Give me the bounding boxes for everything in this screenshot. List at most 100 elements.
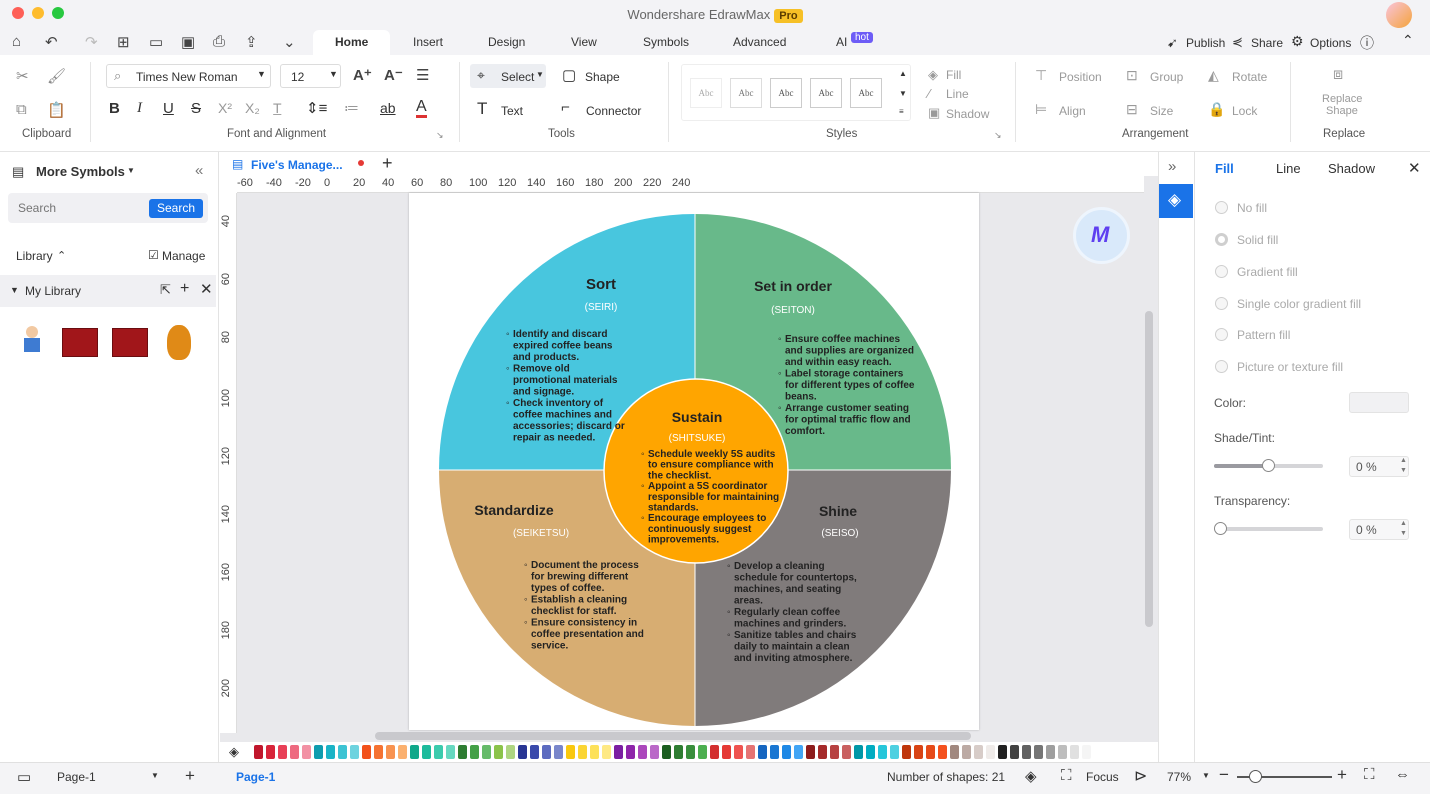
vertical-scrollbar[interactable]	[1145, 311, 1153, 627]
color-swatch[interactable]	[1058, 745, 1067, 759]
radio-solid-fill[interactable]	[1215, 233, 1228, 246]
select-button[interactable]: ⌖ Select ▼	[470, 64, 546, 88]
print-icon[interactable]: ⎙	[213, 33, 225, 50]
copy-icon[interactable]: ⧉	[16, 101, 27, 118]
size-icon[interactable]: ⊟	[1126, 101, 1138, 118]
style-preset[interactable]: Abc	[730, 78, 762, 108]
color-swatch[interactable]	[986, 745, 995, 759]
subscript-icon[interactable]: X₂	[245, 100, 260, 116]
color-swatch[interactable]	[1046, 745, 1055, 759]
add-icon[interactable]: +	[180, 280, 189, 298]
publish-button[interactable]: Publish	[1186, 36, 1225, 50]
shade-value-input[interactable]: 0 % ▲ ▼	[1349, 456, 1409, 477]
color-swatch[interactable]	[1082, 745, 1091, 759]
zoom-out-icon[interactable]: −	[1219, 765, 1229, 785]
font-color-icon[interactable]: A	[416, 99, 427, 118]
style-preset[interactable]: Abc	[810, 78, 842, 108]
expand-panel-icon[interactable]: »	[1168, 158, 1176, 175]
panel-title[interactable]: More Symbols	[36, 164, 125, 179]
color-swatch[interactable]	[578, 745, 587, 759]
library-symbol-red-block[interactable]	[62, 328, 98, 357]
color-swatch[interactable]	[794, 745, 803, 759]
tab-fill[interactable]: Fill	[1215, 161, 1234, 176]
tab-design[interactable]: Design	[488, 35, 525, 49]
color-picker[interactable]	[1349, 392, 1409, 413]
option-solid-fill[interactable]: Solid fill	[1237, 233, 1278, 247]
color-swatch[interactable]	[506, 745, 515, 759]
transparency-value-input[interactable]: 0 % ▲ ▼	[1349, 519, 1409, 540]
expand-icon[interactable]: ↘	[994, 130, 1002, 141]
color-swatch[interactable]	[938, 745, 947, 759]
color-swatch[interactable]	[362, 745, 371, 759]
color-swatch[interactable]	[830, 745, 839, 759]
lock-icon[interactable]: 🔒	[1208, 101, 1225, 118]
replace-shape-label-1[interactable]: Replace	[1322, 93, 1362, 105]
color-swatch[interactable]	[854, 745, 863, 759]
fill-bucket-icon[interactable]: ◈	[229, 744, 239, 760]
font-size-select[interactable]: 12 ▼	[280, 64, 341, 88]
shape-button[interactable]: Shape	[585, 70, 620, 84]
manage-button[interactable]: Manage	[162, 249, 205, 263]
document-tab[interactable]: Five's Manage...	[251, 158, 343, 172]
color-swatch[interactable]	[698, 745, 707, 759]
tab-advanced[interactable]: Advanced	[733, 35, 786, 49]
color-swatch[interactable]	[614, 745, 623, 759]
radio-no-fill[interactable]	[1215, 201, 1228, 214]
color-swatch[interactable]	[398, 745, 407, 759]
color-swatch[interactable]	[890, 745, 899, 759]
format-painter-icon[interactable]: 🖌	[47, 67, 66, 85]
text-icon[interactable]: T	[477, 99, 487, 119]
close-icon[interactable]: ✕	[200, 280, 213, 298]
home-icon[interactable]: ⌂	[12, 33, 21, 50]
connector-icon[interactable]: ⌐	[561, 99, 570, 116]
color-swatch[interactable]	[638, 745, 647, 759]
color-swatch[interactable]	[806, 745, 815, 759]
color-swatch[interactable]	[482, 745, 491, 759]
style-preset[interactable]: Abc	[770, 78, 802, 108]
color-swatch[interactable]	[290, 745, 299, 759]
style-gallery[interactable]: Abc Abc Abc Abc Abc ▲ ▼ ≡	[681, 64, 911, 121]
color-swatch[interactable]	[374, 745, 383, 759]
color-swatch[interactable]	[326, 745, 335, 759]
share-icon[interactable]: ⋞	[1232, 34, 1243, 50]
zoom-slider-thumb[interactable]	[1249, 770, 1262, 783]
increase-font-icon[interactable]: A⁺	[353, 66, 372, 84]
avatar[interactable]	[1386, 2, 1412, 28]
color-swatch[interactable]	[518, 745, 527, 759]
color-swatch[interactable]	[926, 745, 935, 759]
color-swatch[interactable]	[842, 745, 851, 759]
add-page-icon[interactable]: +	[185, 766, 195, 786]
color-swatch[interactable]	[590, 745, 599, 759]
shadow-button[interactable]: Shadow	[946, 107, 989, 121]
expand-gallery-icon[interactable]: ≡	[899, 107, 904, 116]
style-preset[interactable]: Abc	[690, 78, 722, 108]
close-icon[interactable]: ✕	[1408, 159, 1421, 177]
stepper-up-icon[interactable]: ▲	[1400, 457, 1407, 464]
color-swatch[interactable]	[914, 745, 923, 759]
redo-icon[interactable]: ↷	[85, 33, 98, 51]
chevron-down-icon[interactable]: ▼	[151, 771, 159, 780]
strikethrough-icon[interactable]: S	[191, 100, 201, 117]
color-swatch[interactable]	[422, 745, 431, 759]
color-swatch[interactable]	[434, 745, 443, 759]
tab-ai[interactable]: AI	[836, 35, 847, 49]
fill-icon[interactable]: ◈	[928, 67, 938, 83]
color-swatch[interactable]	[770, 745, 779, 759]
rotate-icon[interactable]: ◭	[1208, 67, 1219, 84]
color-swatch[interactable]	[1070, 745, 1079, 759]
color-swatch[interactable]	[662, 745, 671, 759]
bold-icon[interactable]: B	[109, 100, 120, 117]
publish-icon[interactable]: ➹	[1167, 35, 1178, 51]
line-icon[interactable]: ∕	[928, 86, 930, 101]
collapse-up-icon[interactable]: ⌃	[57, 249, 66, 262]
color-swatch[interactable]	[278, 745, 287, 759]
option-no-fill[interactable]: No fill	[1237, 201, 1267, 215]
color-swatch[interactable]	[566, 745, 575, 759]
page-panel-icon[interactable]: ▭	[17, 768, 31, 786]
color-swatch[interactable]	[314, 745, 323, 759]
color-swatch[interactable]	[386, 745, 395, 759]
manage-icon[interactable]: ☑	[148, 248, 159, 262]
add-tab-icon[interactable]: +	[382, 153, 393, 174]
color-swatch[interactable]	[446, 745, 455, 759]
color-swatch[interactable]	[782, 745, 791, 759]
